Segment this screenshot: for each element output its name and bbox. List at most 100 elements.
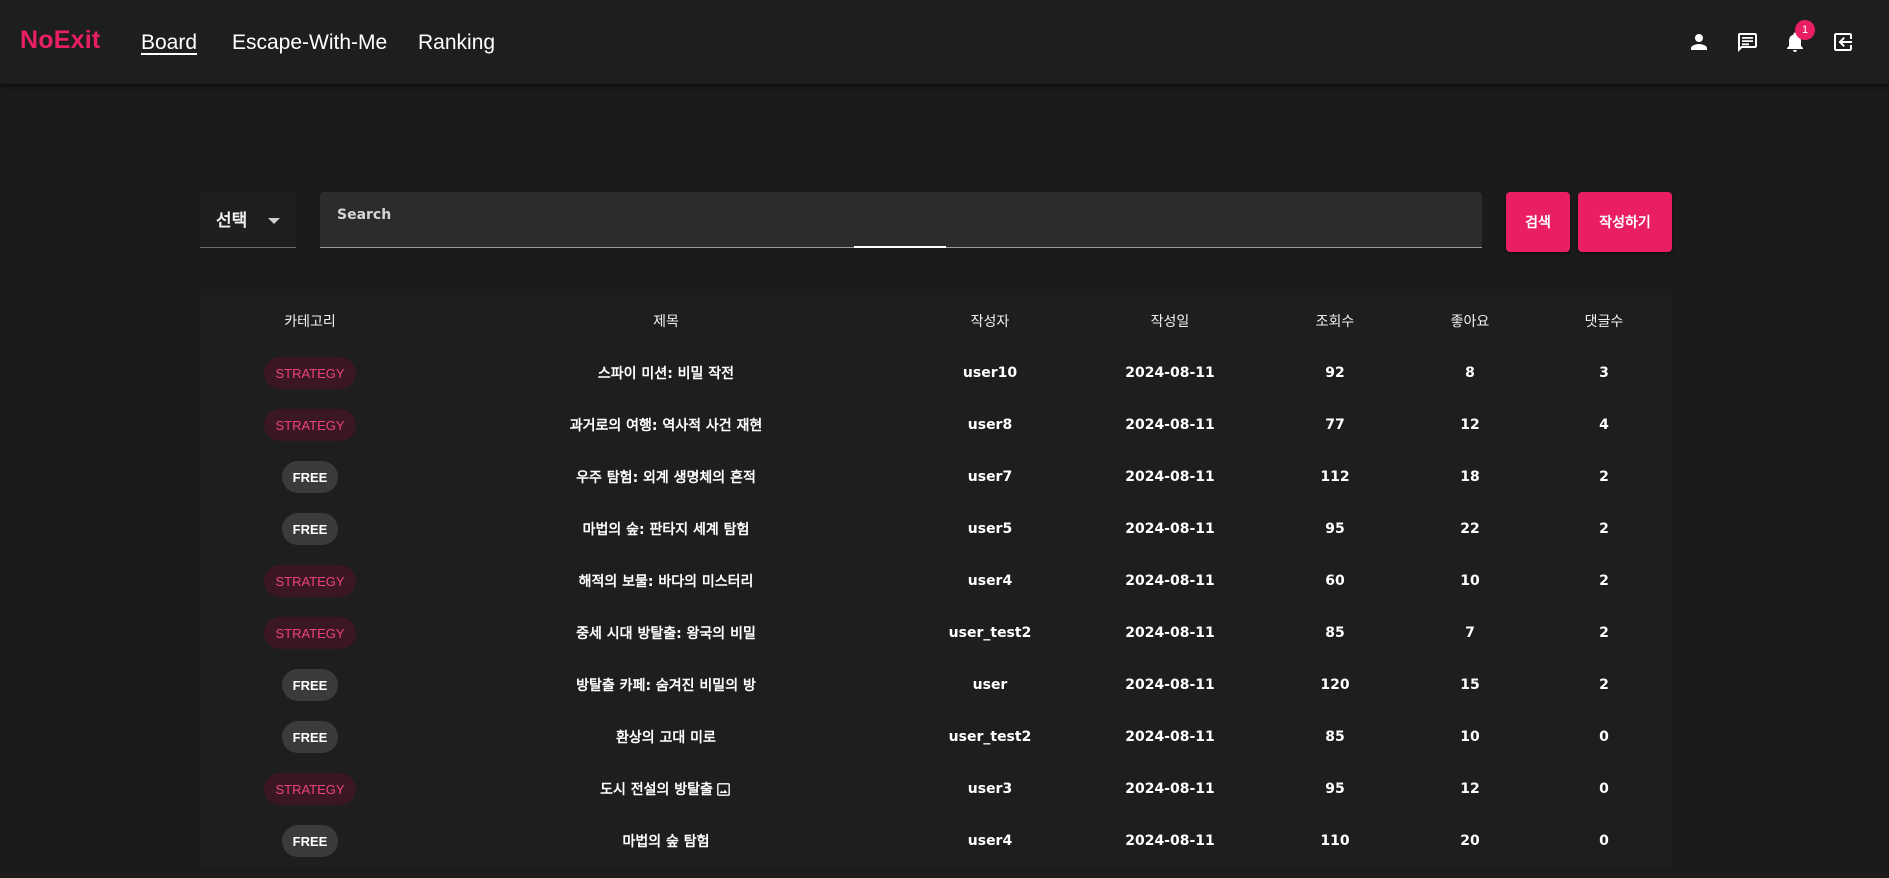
header-likes: 좋아요 [1450, 314, 1490, 330]
row-comments: 2 [1599, 573, 1609, 589]
table-row[interactable]: STRATEGY 해적의 보물: 바다의 미스터리 user4 2024-08-11 6… [200, 555, 1672, 607]
nav-escape-with-me[interactable]: Escape-With-Me [232, 31, 387, 55]
row-title: 스파이 미션: 비밀 작전 [466, 347, 866, 399]
search-input[interactable] [335, 202, 1469, 228]
table-header-row: 카테고리 제목 작성자 작성일 조회수 좋아요 댓글수 [200, 295, 1672, 347]
row-category: FREE [260, 711, 360, 763]
table-row[interactable]: FREE 방탈출 카페: 숨겨진 비밀의 방 user 2024-08-11 120 15… [200, 659, 1672, 711]
notification-badge: 1 [1795, 20, 1815, 40]
row-comments: 0 [1599, 729, 1609, 745]
row-title: 환상의 고대 미로 [466, 711, 866, 763]
category-chip: FREE [282, 669, 338, 701]
row-category: FREE [260, 659, 360, 711]
row-likes: 8 [1465, 365, 1475, 381]
write-post-button[interactable]: 작성하기 [1578, 192, 1672, 252]
notifications-icon[interactable]: 1 [1781, 20, 1815, 56]
row-comments: 0 [1599, 833, 1609, 849]
row-date: 2024-08-11 [1125, 469, 1215, 485]
category-chip: FREE [282, 513, 338, 545]
row-date: 2024-08-11 [1125, 573, 1215, 589]
row-comments: 4 [1599, 417, 1609, 433]
category-chip: STRATEGY [264, 773, 356, 805]
category-chip: FREE [282, 461, 338, 493]
category-select[interactable]: 선택 [200, 192, 296, 248]
post-title[interactable]: 도시 전설의 방탈출 [600, 779, 713, 799]
logout-icon[interactable] [1829, 28, 1857, 56]
row-comments: 0 [1599, 781, 1609, 797]
header-date: 작성일 [1150, 314, 1190, 330]
row-likes: 18 [1460, 469, 1480, 485]
row-title: 방탈출 카페: 숨겨진 비밀의 방 [466, 659, 866, 711]
row-author: user4 [967, 833, 1013, 849]
row-comments: 2 [1599, 677, 1609, 693]
row-author: user10 [962, 365, 1018, 381]
row-author: user [972, 677, 1008, 693]
nav-board[interactable]: Board [141, 31, 197, 55]
row-category: FREE [260, 815, 360, 867]
row-category: STRATEGY [260, 607, 360, 659]
row-date: 2024-08-11 [1125, 625, 1215, 641]
table-row[interactable]: FREE 환상의 고대 미로 user_test2 2024-08-11 85 10 0 [200, 711, 1672, 763]
table-row[interactable]: FREE 우주 탐험: 외계 생명체의 흔적 user7 2024-08-11 112 1… [200, 451, 1672, 503]
row-date: 2024-08-11 [1125, 521, 1215, 537]
row-title: 마법의 숲: 판타지 세계 탐험 [466, 503, 866, 555]
row-category: STRATEGY [260, 399, 360, 451]
post-title[interactable]: 방탈출 카페: 숨겨진 비밀의 방 [576, 675, 756, 695]
row-title: 해적의 보물: 바다의 미스터리 [466, 555, 866, 607]
row-category: STRATEGY [260, 763, 360, 815]
row-author: user5 [967, 521, 1013, 537]
table-row[interactable]: FREE 마법의 숲 탐험 user4 2024-08-11 110 20 0 [200, 815, 1672, 867]
row-likes: 12 [1460, 781, 1480, 797]
row-author: user_test2 [948, 729, 1032, 745]
image-attachment-icon [715, 781, 732, 798]
row-views: 77 [1325, 417, 1345, 433]
app-bar: NoExit Board Escape-With-Me Ranking 1 [0, 0, 1889, 84]
post-title[interactable]: 마법의 숲 탐험 [622, 831, 709, 851]
row-date: 2024-08-11 [1125, 417, 1215, 433]
row-likes: 15 [1460, 677, 1480, 693]
post-title[interactable]: 과거로의 여행: 역사적 사건 재현 [570, 415, 763, 435]
search-button[interactable]: 검색 [1506, 192, 1570, 252]
search-focus-indicator [854, 246, 946, 248]
row-category: FREE [260, 451, 360, 503]
search-field[interactable] [320, 192, 1482, 248]
account-icon[interactable] [1685, 28, 1713, 56]
table-row[interactable]: STRATEGY 도시 전설의 방탈출 user3 2024-08-11 95 12 0 [200, 763, 1672, 815]
row-author: user_test2 [948, 625, 1032, 641]
row-views: 95 [1325, 521, 1345, 537]
post-title[interactable]: 우주 탐험: 외계 생명체의 흔적 [576, 467, 756, 487]
row-category: STRATEGY [260, 555, 360, 607]
row-likes: 10 [1460, 573, 1480, 589]
table-row[interactable]: STRATEGY 중세 시대 방탈출: 왕국의 비밀 user_test2 2024-… [200, 607, 1672, 659]
header-author: 작성자 [970, 314, 1010, 330]
post-title[interactable]: 마법의 숲: 판타지 세계 탐험 [583, 519, 750, 539]
table-row[interactable]: STRATEGY 스파이 미션: 비밀 작전 user10 2024-08-11 92 8… [200, 347, 1672, 399]
table-row[interactable]: FREE 마법의 숲: 판타지 세계 탐험 user5 2024-08-11 95 22 2 [200, 503, 1672, 555]
post-title[interactable]: 중세 시대 방탈출: 왕국의 비밀 [576, 623, 756, 643]
header-category: 카테고리 [284, 314, 336, 330]
table-row[interactable]: STRATEGY 과거로의 여행: 역사적 사건 재현 user8 2024-08-1… [200, 399, 1672, 451]
row-comments: 2 [1599, 625, 1609, 641]
row-date: 2024-08-11 [1125, 833, 1215, 849]
category-chip: STRATEGY [264, 409, 356, 441]
nav-ranking[interactable]: Ranking [418, 31, 495, 55]
row-category: FREE [260, 503, 360, 555]
header-comments: 댓글수 [1584, 314, 1624, 330]
row-likes: 22 [1460, 521, 1480, 537]
row-date: 2024-08-11 [1125, 365, 1215, 381]
row-title: 중세 시대 방탈출: 왕국의 비밀 [466, 607, 866, 659]
row-likes: 7 [1465, 625, 1475, 641]
row-category: STRATEGY [260, 347, 360, 399]
row-likes: 12 [1460, 417, 1480, 433]
header-title: 제목 [653, 314, 679, 330]
post-title[interactable]: 스파이 미션: 비밀 작전 [598, 363, 734, 383]
row-title: 마법의 숲 탐험 [466, 815, 866, 867]
row-title: 우주 탐험: 외계 생명체의 흔적 [466, 451, 866, 503]
row-comments: 2 [1599, 469, 1609, 485]
post-title[interactable]: 해적의 보물: 바다의 미스터리 [579, 571, 754, 591]
row-author: user4 [967, 573, 1013, 589]
logo[interactable]: NoExit [20, 26, 100, 55]
post-title[interactable]: 환상의 고대 미로 [616, 727, 716, 747]
chat-icon[interactable] [1733, 28, 1761, 56]
row-title: 도시 전설의 방탈출 [466, 763, 866, 815]
